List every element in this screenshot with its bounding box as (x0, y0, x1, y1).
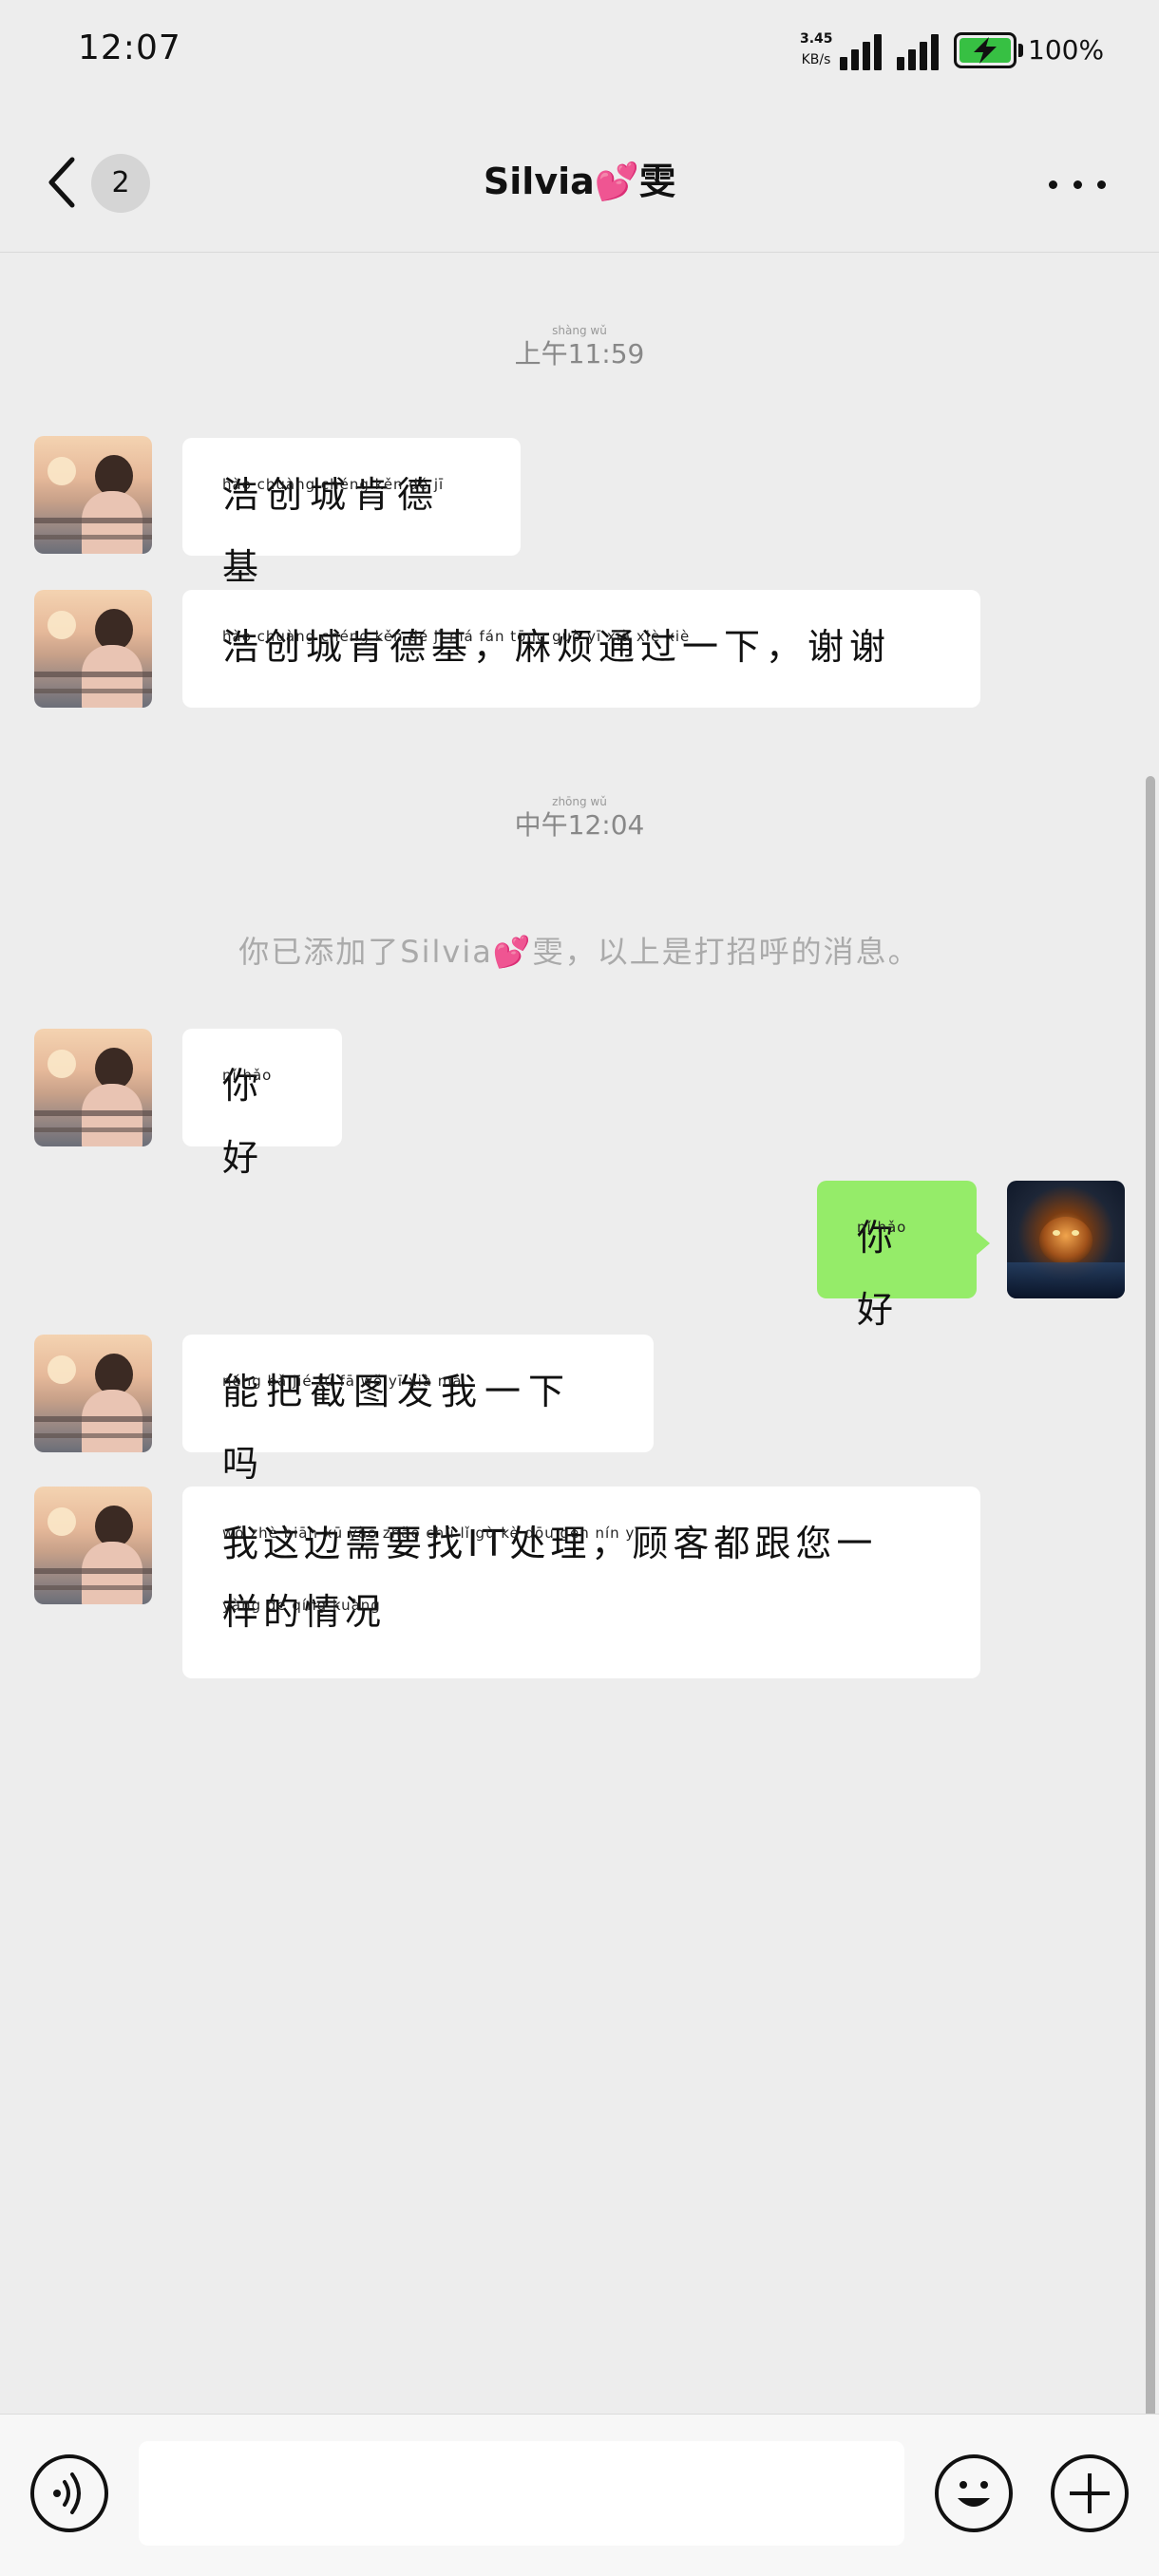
message-bubble-incoming[interactable]: hào chuàng chéng kěn dé jī má fán tōng g… (182, 590, 980, 708)
battery-icon (954, 32, 1016, 68)
battery-cap (1018, 44, 1023, 57)
network-speed: 3.45 KB/s (800, 28, 833, 70)
message-pinyin: nǐ hǎo (857, 1219, 907, 1236)
contact-avatar[interactable] (34, 436, 152, 554)
message-text: 浩创城肯德基 (222, 474, 442, 588)
contact-avatar[interactable] (34, 590, 152, 708)
network-speed-unit: KB/s (801, 52, 831, 67)
chat-title[interactable]: Silvia💕雯 (484, 152, 675, 204)
message-pinyin: hào chuàng chéng kěn dé jī má fán tōng g… (222, 628, 691, 645)
plus-icon[interactable] (1051, 2454, 1129, 2532)
charging-bolt-icon (974, 37, 997, 64)
network-speed-value: 3.45 (800, 31, 833, 47)
system-notice: 你已添加了Silvia💕雯，以上是打招呼的消息。 (238, 934, 921, 970)
emoji-icon (958, 2481, 990, 2507)
message-text: 你好 (222, 1065, 267, 1179)
signal-icon (840, 30, 882, 70)
message-text: 能把截图发我一下吗 (222, 1371, 573, 1485)
message-pinyin: hào chuàng chéng kěn dé jī (222, 476, 445, 493)
emoji-button[interactable] (935, 2454, 1013, 2532)
chat-title-text: Silvia💕雯 (483, 161, 676, 202)
message-pinyin: nǐ hǎo (222, 1067, 273, 1084)
timestamp-label: shàng wǔ 上午11:59 (0, 324, 1159, 371)
message-pinyin: wǒ zhè biān xū yào zhǎo chù lǐ gù kè dōu… (222, 1525, 640, 1542)
message-text: 你好 (857, 1217, 902, 1331)
message-bubble-incoming[interactable]: néng bǎ jié tú fā wǒ yī xià ma 能把截图发我一下吗 (182, 1335, 654, 1485)
contact-avatar[interactable] (34, 1335, 152, 1452)
message-list[interactable]: shàng wǔ 上午11:59 hào chuàng chéng kěn dé… (0, 254, 1159, 2576)
contact-avatar[interactable] (34, 1029, 152, 1146)
chat-header: 2 Silvia💕雯 (0, 104, 1159, 253)
message-input[interactable] (139, 2441, 904, 2546)
timestamp-text: 上午11:59 (514, 338, 645, 369)
timestamp-pinyin: shàng wǔ (552, 324, 607, 337)
more-dots-icon[interactable] (1049, 180, 1106, 192)
timestamp-pinyin: zhōng wǔ (552, 795, 607, 808)
message-pinyin: néng bǎ jié tú fā wǒ yī xià ma (222, 1373, 463, 1390)
battery-percent: 100% (1028, 34, 1105, 66)
input-bar (0, 2414, 1159, 2576)
chat-screen: 12:07 3.45 KB/s 100% 2 Silvia💕雯 shàng wǔ… (0, 0, 1159, 2576)
voice-icon (53, 2472, 81, 2514)
timestamp-label: zhōng wǔ 中午12:04 (0, 795, 1159, 843)
message-bubble-incoming[interactable]: nǐ hǎo 你好 (182, 1029, 342, 1179)
status-bar: 12:07 3.45 KB/s 100% (0, 0, 1159, 104)
message-pinyin-line2: yàng de qíng kuàng (222, 1597, 381, 1614)
message-bubble-incoming[interactable]: wǒ zhè biān xū yào zhǎo chù lǐ gù kè dōu… (182, 1487, 980, 1678)
message-bubble-incoming[interactable]: hào chuàng chéng kěn dé jī 浩创城肯德基 (182, 438, 521, 588)
chat-title-wrap: Silvia💕雯 (0, 152, 1159, 204)
signal-icon-2 (897, 30, 939, 70)
timestamp-text: 中午12:04 (514, 809, 645, 841)
my-avatar[interactable] (1007, 1181, 1125, 1298)
message-bubble-outgoing[interactable]: nǐ hǎo 你好 (817, 1181, 990, 1331)
contact-avatar[interactable] (34, 1487, 152, 1604)
status-time: 12:07 (78, 28, 181, 67)
voice-button[interactable] (30, 2454, 108, 2532)
scrollbar[interactable] (1146, 776, 1155, 2576)
